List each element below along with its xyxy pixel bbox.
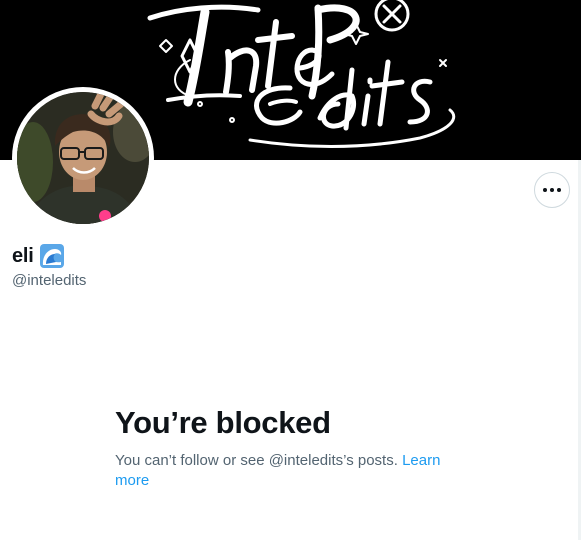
blocked-title: You’re blocked (115, 405, 331, 440)
profile-name-row: eli (12, 244, 64, 268)
avatar-photo (17, 92, 149, 224)
display-name: eli (12, 244, 34, 267)
blocked-description: You can’t follow or see @inteledits’s po… (115, 451, 465, 491)
more-dot (550, 188, 554, 192)
more-options-button[interactable] (534, 172, 570, 208)
more-dot (557, 188, 561, 192)
wave-icon (39, 244, 64, 268)
blocked-description-text: You can’t follow or see @inteledits’s po… (115, 452, 398, 469)
avatar[interactable] (12, 87, 154, 229)
more-horizontal-icon (543, 188, 547, 192)
profile-handle: @inteledits (12, 272, 87, 289)
profile-page: eli @inteledits You’re blocked You can’t… (0, 0, 581, 540)
